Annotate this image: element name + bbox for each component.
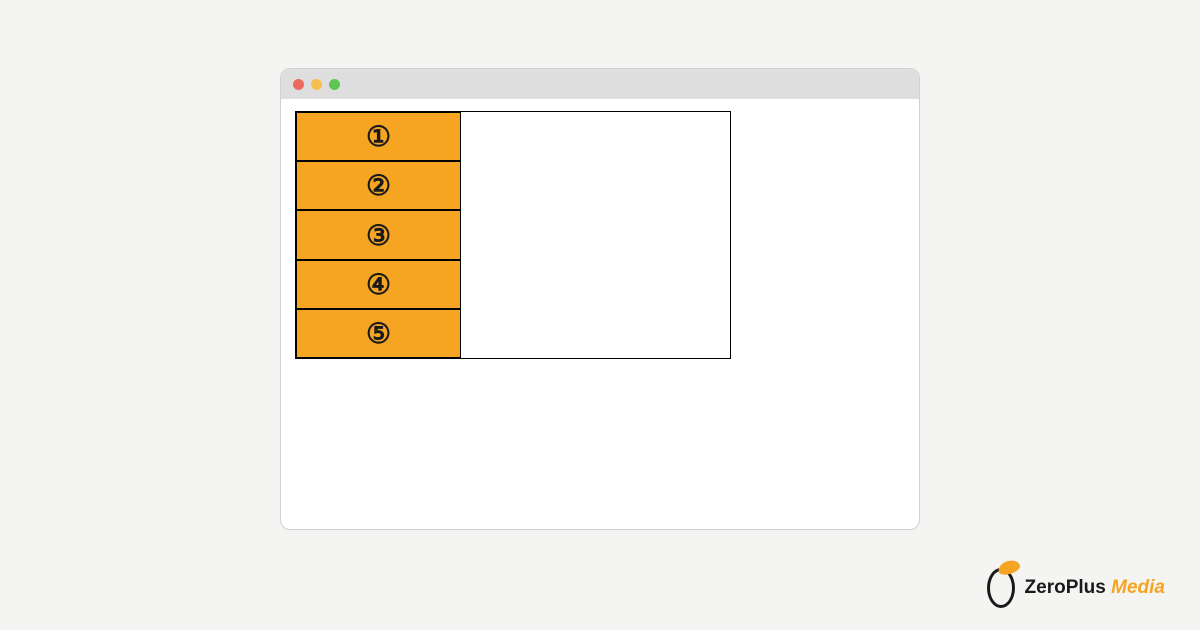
flex-item-1: ① [296, 112, 461, 161]
titlebar [281, 69, 919, 99]
flex-item-2: ② [296, 161, 461, 210]
logo-suffix: Media [1111, 577, 1165, 598]
logo-brand: ZeroPlus [1025, 577, 1106, 598]
flex-item-4: ④ [296, 260, 461, 309]
maximize-icon[interactable] [329, 79, 340, 90]
brand-logo: ZeroPlus Media [987, 568, 1165, 608]
logo-zero-icon [987, 568, 1015, 608]
flex-container: ① ② ③ ④ ⑤ [295, 111, 731, 359]
flex-item-5: ⑤ [296, 309, 461, 358]
content-area: ① ② ③ ④ ⑤ [281, 99, 919, 371]
close-icon[interactable] [293, 79, 304, 90]
logo-text: ZeroPlus Media [1025, 577, 1165, 599]
logo-swoosh-icon [996, 558, 1021, 577]
flex-item-3: ③ [296, 210, 461, 259]
minimize-icon[interactable] [311, 79, 322, 90]
browser-window: ① ② ③ ④ ⑤ [280, 68, 920, 530]
